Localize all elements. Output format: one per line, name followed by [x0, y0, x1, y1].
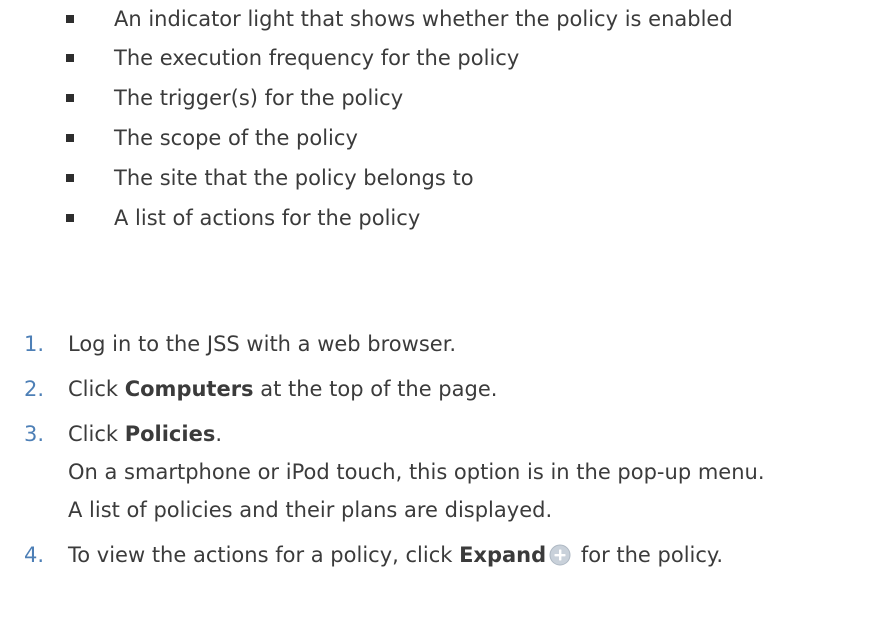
procedure-steps: 1. Log in to the JSS with a web browser.…	[24, 328, 765, 584]
computers-label: Computers	[124, 377, 254, 401]
bullet-text: The execution frequency for the policy	[114, 46, 520, 70]
step-4-prefix: To view the actions for a policy, click	[68, 543, 460, 567]
step-2-suffix: at the top of the page.	[253, 377, 498, 401]
step-text: To view the actions for a policy, click …	[68, 539, 723, 571]
bullet-text: The scope of the policy	[114, 126, 358, 150]
step-2: 2. Click Computers at the top of the pag…	[24, 373, 765, 405]
bullet-text: The site that the policy belongs to	[114, 166, 474, 190]
step-2-prefix: Click	[68, 377, 125, 401]
bullet-icon	[66, 94, 74, 102]
step-number: 1.	[24, 332, 45, 356]
bullet-text: The trigger(s) for the policy	[114, 86, 404, 110]
step-3-prefix: Click	[68, 422, 125, 446]
step-3-main: Click Policies.	[68, 418, 765, 450]
list-item: An indicator light that shows whether th…	[66, 0, 733, 38]
step-3-suffix: .	[215, 422, 223, 446]
list-item: The site that the policy belongs to	[66, 158, 733, 198]
step-text: Click Computers at the top of the page.	[68, 373, 497, 405]
list-item: The trigger(s) for the policy	[66, 78, 733, 118]
policy-info-list: An indicator light that shows whether th…	[66, 0, 733, 238]
policies-label: Policies	[124, 422, 216, 446]
step-text: Log in to the JSS with a web browser.	[68, 328, 456, 360]
step-number: 3.	[24, 422, 45, 446]
bullet-icon	[66, 54, 74, 62]
bullet-icon	[66, 134, 74, 142]
list-item: The scope of the policy	[66, 118, 733, 158]
step-number: 4.	[24, 543, 45, 567]
document-page: An indicator light that shows whether th…	[0, 0, 882, 623]
list-item: The execution frequency for the policy	[66, 38, 733, 78]
step-number: 2.	[24, 377, 45, 401]
step-4-suffix: for the policy.	[574, 543, 724, 567]
step-3: 3. Click Policies. On a smartphone or iP…	[24, 418, 765, 526]
expand-label: Expand	[459, 543, 547, 567]
bullet-icon	[66, 15, 74, 23]
expand-plus-icon	[549, 543, 571, 566]
step-3-note-smartphone: On a smartphone or iPod touch, this opti…	[68, 460, 765, 484]
bullet-text: A list of actions for the policy	[114, 206, 421, 230]
step-text: Click Policies. On a smartphone or iPod …	[68, 418, 765, 526]
step-4: 4. To view the actions for a policy, cli…	[24, 539, 765, 571]
bullet-icon	[66, 214, 74, 222]
bullet-text: An indicator light that shows whether th…	[114, 7, 733, 31]
bullet-icon	[66, 174, 74, 182]
step-3-note-result: A list of policies and their plans are d…	[68, 498, 553, 522]
step-1: 1. Log in to the JSS with a web browser.	[24, 328, 765, 360]
list-item: A list of actions for the policy	[66, 198, 733, 238]
step-1-text: Log in to the JSS with a web browser.	[68, 332, 457, 356]
